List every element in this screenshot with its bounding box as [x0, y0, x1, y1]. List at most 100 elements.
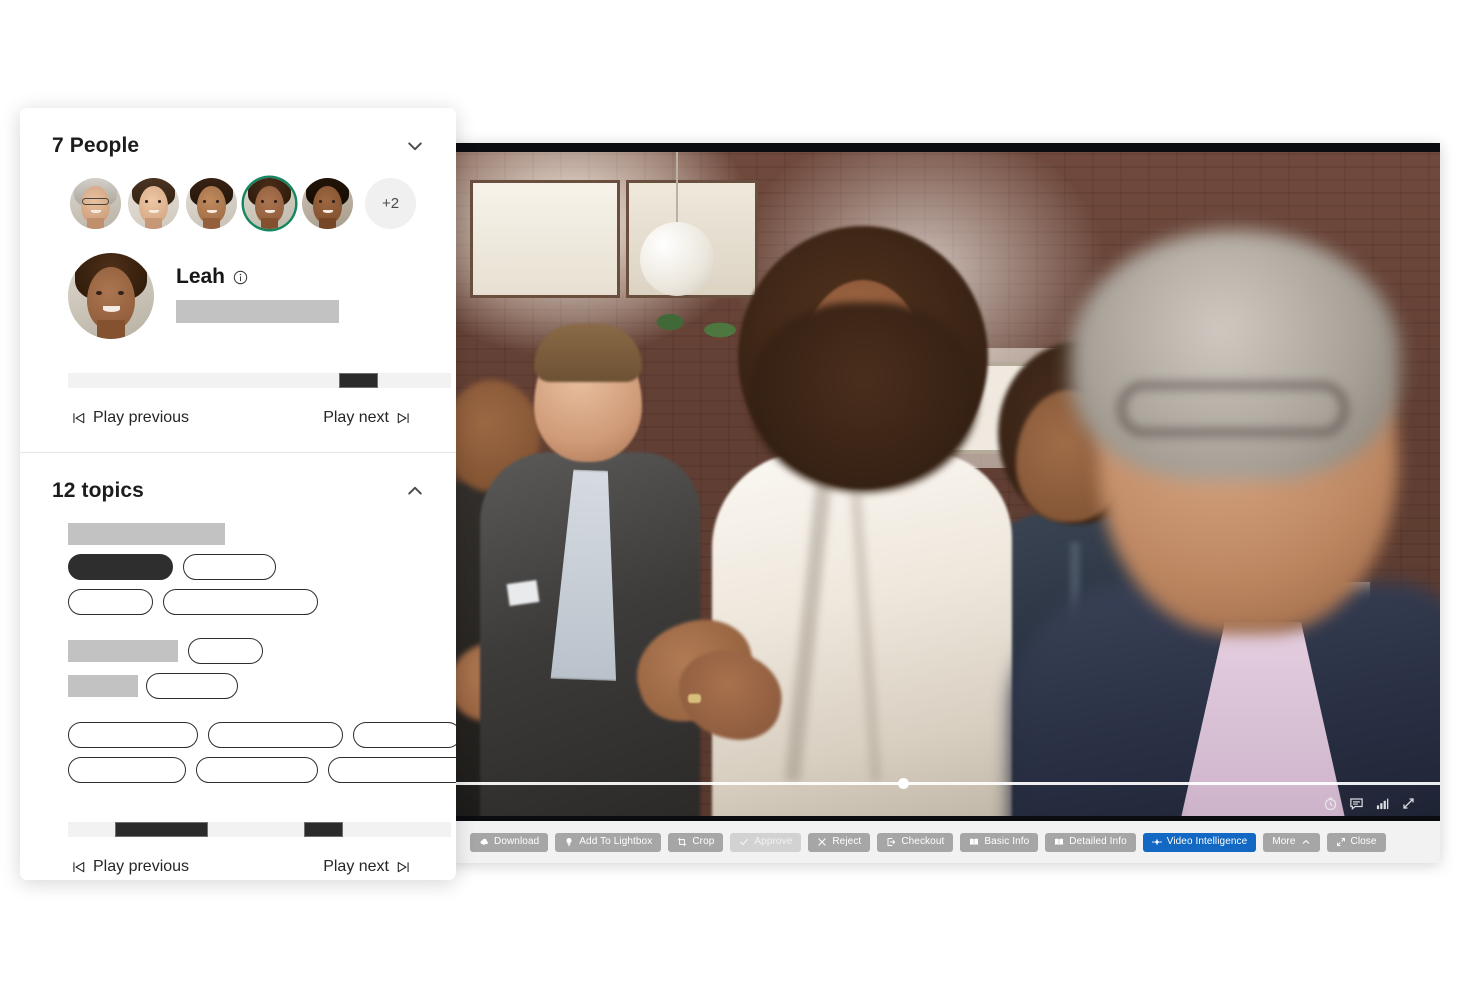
caret-up-icon — [1301, 837, 1311, 847]
download-label: Download — [494, 836, 540, 847]
topics-play-next-button[interactable]: Play next — [323, 858, 410, 876]
people-avatar-row: +2 — [20, 158, 456, 229]
play-previous-icon — [72, 412, 86, 424]
topic-pill-active[interactable] — [68, 554, 173, 580]
people-play-next-label: Play next — [323, 409, 389, 426]
play-next-icon — [396, 412, 410, 424]
video-progress-bar[interactable] — [450, 778, 1440, 789]
play-next-icon — [396, 861, 410, 873]
topic-redacted-block — [68, 523, 225, 545]
crop-label: Crop — [692, 836, 715, 847]
add-to-lightbox-button[interactable]: Add To Lightbox — [555, 832, 662, 852]
book-icon — [969, 837, 979, 847]
download-cloud-icon — [479, 837, 489, 847]
selected-person-photo[interactable] — [68, 253, 154, 339]
chevron-down-icon[interactable] — [404, 135, 426, 157]
topics-timeline-segment[interactable] — [303, 822, 343, 837]
topic-pill[interactable] — [163, 589, 318, 615]
check-icon — [739, 837, 749, 847]
topic-row-spacer — [68, 708, 410, 722]
video-insights-panel: 7 People +2 Leah Play previous Play next… — [20, 108, 456, 880]
sparkle-icon — [1151, 837, 1162, 847]
topics-section-header[interactable]: 12 topics — [20, 453, 456, 503]
selected-person-meta: Leah — [176, 253, 339, 323]
play-previous-icon — [72, 861, 86, 873]
approve-label: Approve — [754, 836, 793, 847]
topics-play-previous-button[interactable]: Play previous — [72, 858, 189, 876]
avatar-person-2[interactable] — [128, 178, 179, 229]
checkout-label: Checkout — [901, 836, 945, 847]
topic-row-spacer — [68, 624, 410, 638]
close-x-icon — [817, 837, 827, 847]
topic-pill[interactable] — [196, 757, 318, 783]
collapse-arrows-icon — [1336, 837, 1346, 847]
people-section-title: 7 People — [52, 134, 140, 157]
topic-row — [68, 673, 410, 699]
video-player-window: Download Add To Lightbox Crop Approve Re… — [450, 143, 1440, 863]
checkout-arrow-icon — [886, 837, 896, 847]
topics-section: 12 topics Play previous Play next — [20, 453, 456, 876]
quality-icon[interactable] — [1375, 796, 1390, 811]
reject-label: Reject — [832, 836, 862, 847]
approve-button[interactable]: Approve — [730, 832, 802, 852]
selected-person-redacted-detail — [176, 300, 339, 323]
people-nav-row: Play previous Play next — [20, 409, 456, 427]
captions-icon[interactable] — [1349, 796, 1364, 811]
topics-timeline[interactable] — [68, 822, 451, 837]
video-intelligence-button[interactable]: Video Intelligence — [1142, 832, 1257, 852]
timer-icon[interactable] — [1323, 796, 1338, 811]
topic-pill[interactable] — [68, 589, 153, 615]
people-section: 7 People +2 Leah Play previous Play next — [20, 108, 456, 453]
topics-play-next-label: Play next — [323, 858, 389, 875]
topics-list — [20, 503, 456, 783]
topic-row — [68, 722, 456, 748]
topics-timeline-segment[interactable] — [115, 822, 208, 837]
topic-pill[interactable] — [208, 722, 343, 748]
selected-person-name: Leah — [176, 265, 226, 288]
topic-row — [68, 589, 410, 615]
more-label: More — [1272, 836, 1296, 847]
crop-button[interactable]: Crop — [668, 832, 724, 852]
topic-pill[interactable] — [328, 757, 456, 783]
video-frame[interactable] — [450, 143, 1440, 821]
checkout-button[interactable]: Checkout — [877, 832, 954, 852]
topic-pill[interactable] — [183, 554, 276, 580]
topic-row — [68, 554, 410, 580]
download-button[interactable]: Download — [470, 832, 549, 852]
detailed-info-button[interactable]: Detailed Info — [1045, 832, 1136, 852]
topic-row — [68, 638, 410, 664]
action-toolbar: Download Add To Lightbox Crop Approve Re… — [450, 821, 1440, 863]
video-canvas[interactable] — [450, 152, 1440, 816]
topic-pill[interactable] — [68, 757, 186, 783]
avatar-person-3[interactable] — [186, 178, 237, 229]
topic-row — [68, 523, 410, 545]
more-button[interactable]: More — [1263, 832, 1320, 852]
video-progress-handle[interactable] — [898, 778, 909, 789]
avatar-person-4-selected[interactable] — [244, 178, 295, 229]
topic-pill[interactable] — [146, 673, 238, 699]
reject-button[interactable]: Reject — [808, 832, 871, 852]
people-timeline-segment[interactable] — [339, 373, 379, 388]
people-play-next-button[interactable]: Play next — [323, 409, 410, 427]
topic-redacted-block — [68, 640, 178, 662]
topics-section-title: 12 topics — [52, 479, 144, 502]
close-button[interactable]: Close — [1326, 832, 1386, 852]
topic-redacted-block — [68, 675, 138, 697]
close-label: Close — [1350, 836, 1377, 847]
fullscreen-icon[interactable] — [1401, 796, 1416, 811]
add-to-lightbox-label: Add To Lightbox — [579, 836, 653, 847]
topic-pill[interactable] — [353, 722, 456, 748]
people-section-header[interactable]: 7 People — [20, 108, 456, 158]
people-timeline[interactable] — [68, 373, 451, 388]
basic-info-button[interactable]: Basic Info — [960, 832, 1039, 852]
avatar-person-5[interactable] — [302, 178, 353, 229]
people-play-previous-button[interactable]: Play previous — [72, 409, 189, 427]
detailed-info-label: Detailed Info — [1069, 836, 1127, 847]
topic-pill[interactable] — [68, 722, 198, 748]
topics-play-previous-label: Play previous — [93, 858, 190, 875]
topic-pill[interactable] — [188, 638, 263, 664]
avatar-person-1[interactable] — [70, 178, 121, 229]
info-icon[interactable] — [233, 270, 248, 285]
chevron-up-icon[interactable] — [404, 480, 426, 502]
avatar-overflow-count[interactable]: +2 — [365, 178, 416, 229]
